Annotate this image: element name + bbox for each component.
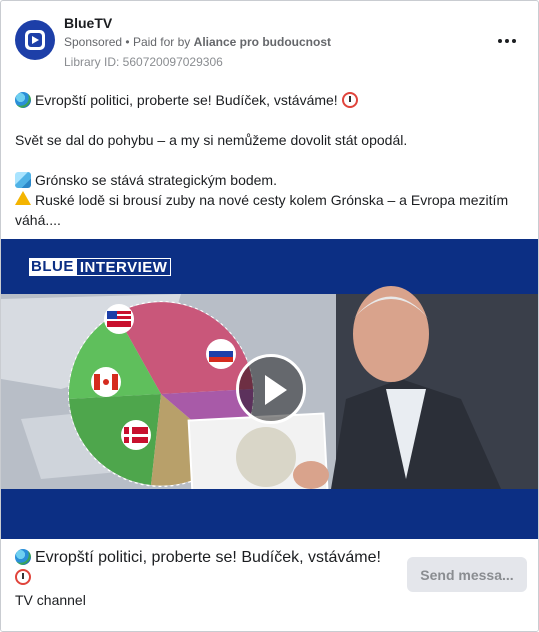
more-options-button[interactable] — [494, 31, 520, 51]
ad-headline[interactable]: Evropští politici, proberte se! Budíček,… — [15, 548, 395, 588]
ad-subline: TV channel — [15, 592, 86, 608]
send-message-button[interactable]: Send messa... — [407, 557, 527, 592]
paid-for-prefix: Paid for by — [132, 35, 191, 49]
ad-header: BlueTV Sponsored • Paid for by Aliance p… — [15, 15, 528, 71]
body-line-3: Grónsko se stává strategickým bodem. — [15, 170, 525, 190]
blue-interview-banner: BLUE INTERVIEW — [29, 258, 172, 276]
banner-interview-text: INTERVIEW — [75, 258, 172, 276]
more-horizontal-icon-dot — [512, 39, 516, 43]
sponsored-ad-card: BlueTV Sponsored • Paid for by Aliance p… — [0, 0, 539, 632]
play-button-icon[interactable] — [236, 354, 306, 424]
ad-body-text: Evropští politici, proberte se! Budíček,… — [15, 90, 525, 230]
more-horizontal-icon — [498, 39, 502, 43]
ad-headline-text: Evropští politici, proberte se! Budíček,… — [35, 549, 381, 566]
more-horizontal-icon-dot — [505, 39, 509, 43]
warning-emoji-icon — [15, 191, 31, 205]
banner-blue-text: BLUE — [29, 258, 76, 276]
page-name[interactable]: BlueTV — [64, 15, 112, 31]
bluetv-logo-icon — [25, 30, 45, 50]
paid-for-by-name[interactable]: Aliance pro budoucnost — [194, 35, 331, 49]
body-line-1-text: Evropští politici, proberte se! Budíček,… — [35, 92, 338, 108]
page-avatar[interactable] — [15, 20, 55, 60]
separator-dot: • — [125, 35, 130, 49]
alarm-clock-emoji-icon — [15, 569, 31, 585]
globe-emoji-icon — [15, 549, 31, 565]
body-line-4-text: Ruské lodě si brousí zuby na nové cesty … — [15, 192, 509, 228]
alarm-clock-emoji-icon — [341, 92, 358, 108]
body-line-3-text: Grónsko se stává strategickým bodem. — [35, 172, 277, 188]
video-thumbnail[interactable]: BLUE INTERVIEW — [1, 239, 538, 539]
body-line-1: Evropští politici, proberte se! Budíček,… — [15, 90, 525, 110]
sponsored-line: Sponsored • Paid for by Aliance pro budo… — [64, 35, 331, 49]
library-id: Library ID: 560720097029306 — [64, 55, 223, 69]
ice-cube-emoji-icon — [15, 172, 31, 188]
ad-footer: Evropští politici, proberte se! Budíček,… — [1, 539, 538, 631]
sponsored-label: Sponsored — [64, 35, 123, 49]
globe-emoji-icon — [15, 92, 31, 108]
body-line-2: Svět se dal do pohybu – a my si nemůžeme… — [15, 132, 408, 148]
body-line-4: Ruské lodě si brousí zuby na nové cesty … — [15, 190, 525, 230]
